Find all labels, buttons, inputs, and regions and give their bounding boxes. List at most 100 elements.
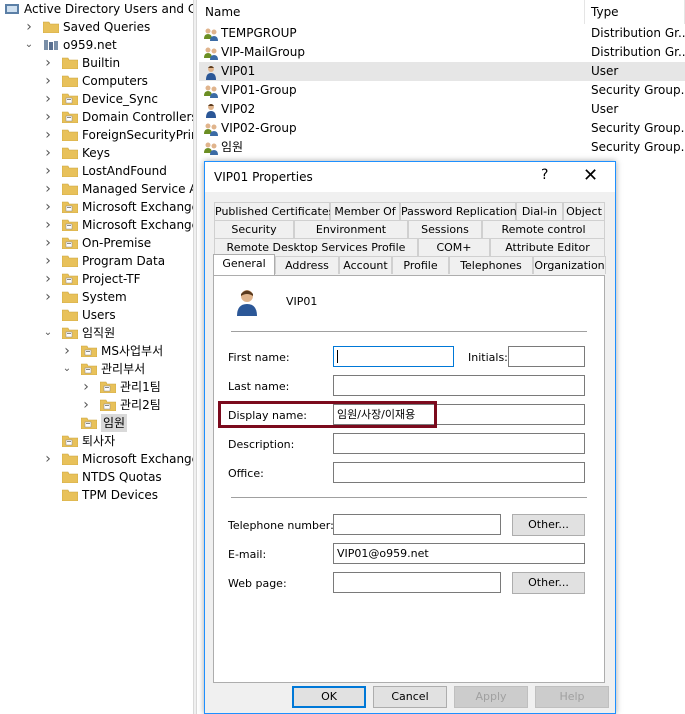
chevron-right-icon[interactable]: › [42,450,54,468]
tree-node-program-data[interactable]: › Program Data [0,252,193,270]
chevron-right-icon[interactable]: › [42,54,54,72]
group-icon [203,140,219,156]
chevron-right-icon[interactable]: › [42,252,54,270]
tree-node-computers[interactable]: › Computers [0,72,193,90]
tree-node-project-tf[interactable]: › Project-TF [0,270,193,288]
last-name-field[interactable] [333,375,585,396]
chevron-right-icon[interactable]: › [42,270,54,288]
tree-node-microsoft-exchange-syste[interactable]: › Microsoft Exchange Syste [0,450,193,468]
chevron-right-icon[interactable]: › [61,342,73,360]
tree-node-active-directory-users-and-com[interactable]: Active Directory Users and Com [0,0,193,18]
chevron-right-icon[interactable]: › [42,234,54,252]
cancel-button[interactable]: Cancel [373,686,447,708]
tree-node-관리부서[interactable]: ⌄ 관리부서 [0,360,193,378]
tab-attribute-editor[interactable]: Attribute Editor [490,238,605,256]
tab-general[interactable]: General [213,254,275,275]
tab-object[interactable]: Object [563,202,605,220]
group-icon [203,26,219,42]
list-row-tempgroup[interactable]: TEMPGROUP Distribution Gr... [199,24,685,43]
tab-dial-in[interactable]: Dial-in [516,202,563,220]
chevron-right-icon[interactable]: › [42,180,54,198]
tab-remote-control[interactable]: Remote control [482,220,605,238]
tab-password-replication[interactable]: Password Replication [400,202,517,220]
list-row-임원[interactable]: 임원 Security Group... [199,138,685,157]
tree-node-ntds-quotas[interactable]: NTDS Quotas [0,468,193,486]
tree-node-임직원[interactable]: ⌄ 임직원 [0,324,193,342]
list-row-vip02-group[interactable]: VIP02-Group Security Group... [199,119,685,138]
tree-node-microsoft-exchange-prot[interactable]: › Microsoft Exchange Prot [0,198,193,216]
tree-node-builtin[interactable]: › Builtin [0,54,193,72]
telephone-field[interactable] [333,514,501,535]
chevron-right-icon[interactable]: › [80,396,92,414]
console-tree[interactable]: Active Directory Users and Com › Saved Que… [0,0,193,714]
chevron-right-icon[interactable]: › [42,144,54,162]
description-field[interactable] [333,433,585,454]
tree-node-ms사업부서[interactable]: › MS사업부서 [0,342,193,360]
tree-node-label: Users [82,308,116,322]
tab-account[interactable]: Account [339,256,392,274]
chevron-right-icon[interactable]: › [23,18,35,36]
chevron-right-icon[interactable]: › [42,108,54,126]
tab-address[interactable]: Address [275,256,339,274]
first-name-field[interactable] [333,346,454,367]
list-row-vip01-group[interactable]: VIP01-Group Security Group... [199,81,685,100]
tree-node-tpm-devices[interactable]: TPM Devices [0,486,193,504]
tree-node-microsoft-exchange-secu[interactable]: › Microsoft Exchange Secu [0,216,193,234]
chevron-right-icon[interactable]: › [80,378,92,396]
email-field[interactable]: VIP01@o959.net [333,543,585,564]
tree-node-keys[interactable]: › Keys [0,144,193,162]
office-field[interactable] [333,462,585,483]
tree-node-관리1팀[interactable]: › 관리1팀 [0,378,193,396]
telephone-other-button[interactable]: Other... [512,514,585,536]
tree-node-foreignsecurityprincipals[interactable]: › ForeignSecurityPrincipals [0,126,193,144]
webpage-field[interactable] [333,572,501,593]
tab-organization[interactable]: Organization [533,256,606,274]
tab-profile[interactable]: Profile [392,256,449,274]
properties-dialog: VIP01 Properties ? ✕ Published Certifica… [204,161,616,714]
column-header-type[interactable]: Type [585,0,685,24]
tree-node-lostandfound[interactable]: › LostAndFound [0,162,193,180]
tree-node-managed-service-accour[interactable]: › Managed Service Accour [0,180,193,198]
tree-node-관리2팀[interactable]: › 관리2팀 [0,396,193,414]
dialog-titlebar[interactable]: VIP01 Properties ? ✕ [205,162,615,192]
chevron-right-icon[interactable]: › [42,162,54,180]
tab-security[interactable]: Security [214,220,294,238]
tree-node-퇴사자[interactable]: 퇴사자 [0,432,193,450]
help-icon[interactable]: ? [541,167,548,183]
tree-node-domain-controllers[interactable]: › Domain Controllers [0,108,193,126]
tree-node-device-sync[interactable]: › Device_Sync [0,90,193,108]
help-button[interactable]: Help [535,686,609,708]
chevron-down-icon[interactable]: ⌄ [61,360,73,378]
pane-splitter[interactable] [193,0,197,714]
tree-node-임원[interactable]: 임원 [0,414,193,432]
tab-com[interactable]: COM+ [418,238,490,256]
tree-node-users[interactable]: Users [0,306,193,324]
column-header-name[interactable]: Name [199,0,585,24]
webpage-other-button[interactable]: Other... [512,572,585,594]
tree-node-saved-queries[interactable]: › Saved Queries [0,18,193,36]
chevron-right-icon[interactable]: › [42,216,54,234]
list-row-vip02[interactable]: VIP02 User [199,100,685,119]
list-row-vip01[interactable]: VIP01 User [199,62,685,81]
chevron-right-icon[interactable]: › [42,198,54,216]
tab-telephones[interactable]: Telephones [449,256,533,274]
apply-button[interactable]: Apply [454,686,528,708]
tree-node-on-premise[interactable]: › On-Premise [0,234,193,252]
tab-member-of[interactable]: Member Of [330,202,400,220]
email-label: E-mail: [228,548,267,561]
tree-node-system[interactable]: › System [0,288,193,306]
initials-field[interactable] [508,346,585,367]
chevron-right-icon[interactable]: › [42,126,54,144]
tree-node-o959-net[interactable]: ⌄ o959.net [0,36,193,54]
tab-sessions[interactable]: Sessions [408,220,482,238]
chevron-right-icon[interactable]: › [42,288,54,306]
ok-button[interactable]: OK [292,686,366,708]
tab-environment[interactable]: Environment [294,220,408,238]
close-icon[interactable]: ✕ [583,165,598,186]
chevron-down-icon[interactable]: ⌄ [23,36,35,54]
chevron-right-icon[interactable]: › [42,90,54,108]
list-row-vip-mailgroup[interactable]: VIP-MailGroup Distribution Gr... [199,43,685,62]
chevron-right-icon[interactable]: › [42,72,54,90]
chevron-down-icon[interactable]: ⌄ [42,324,54,342]
tab-published-certificates[interactable]: Published Certificates [214,202,334,220]
